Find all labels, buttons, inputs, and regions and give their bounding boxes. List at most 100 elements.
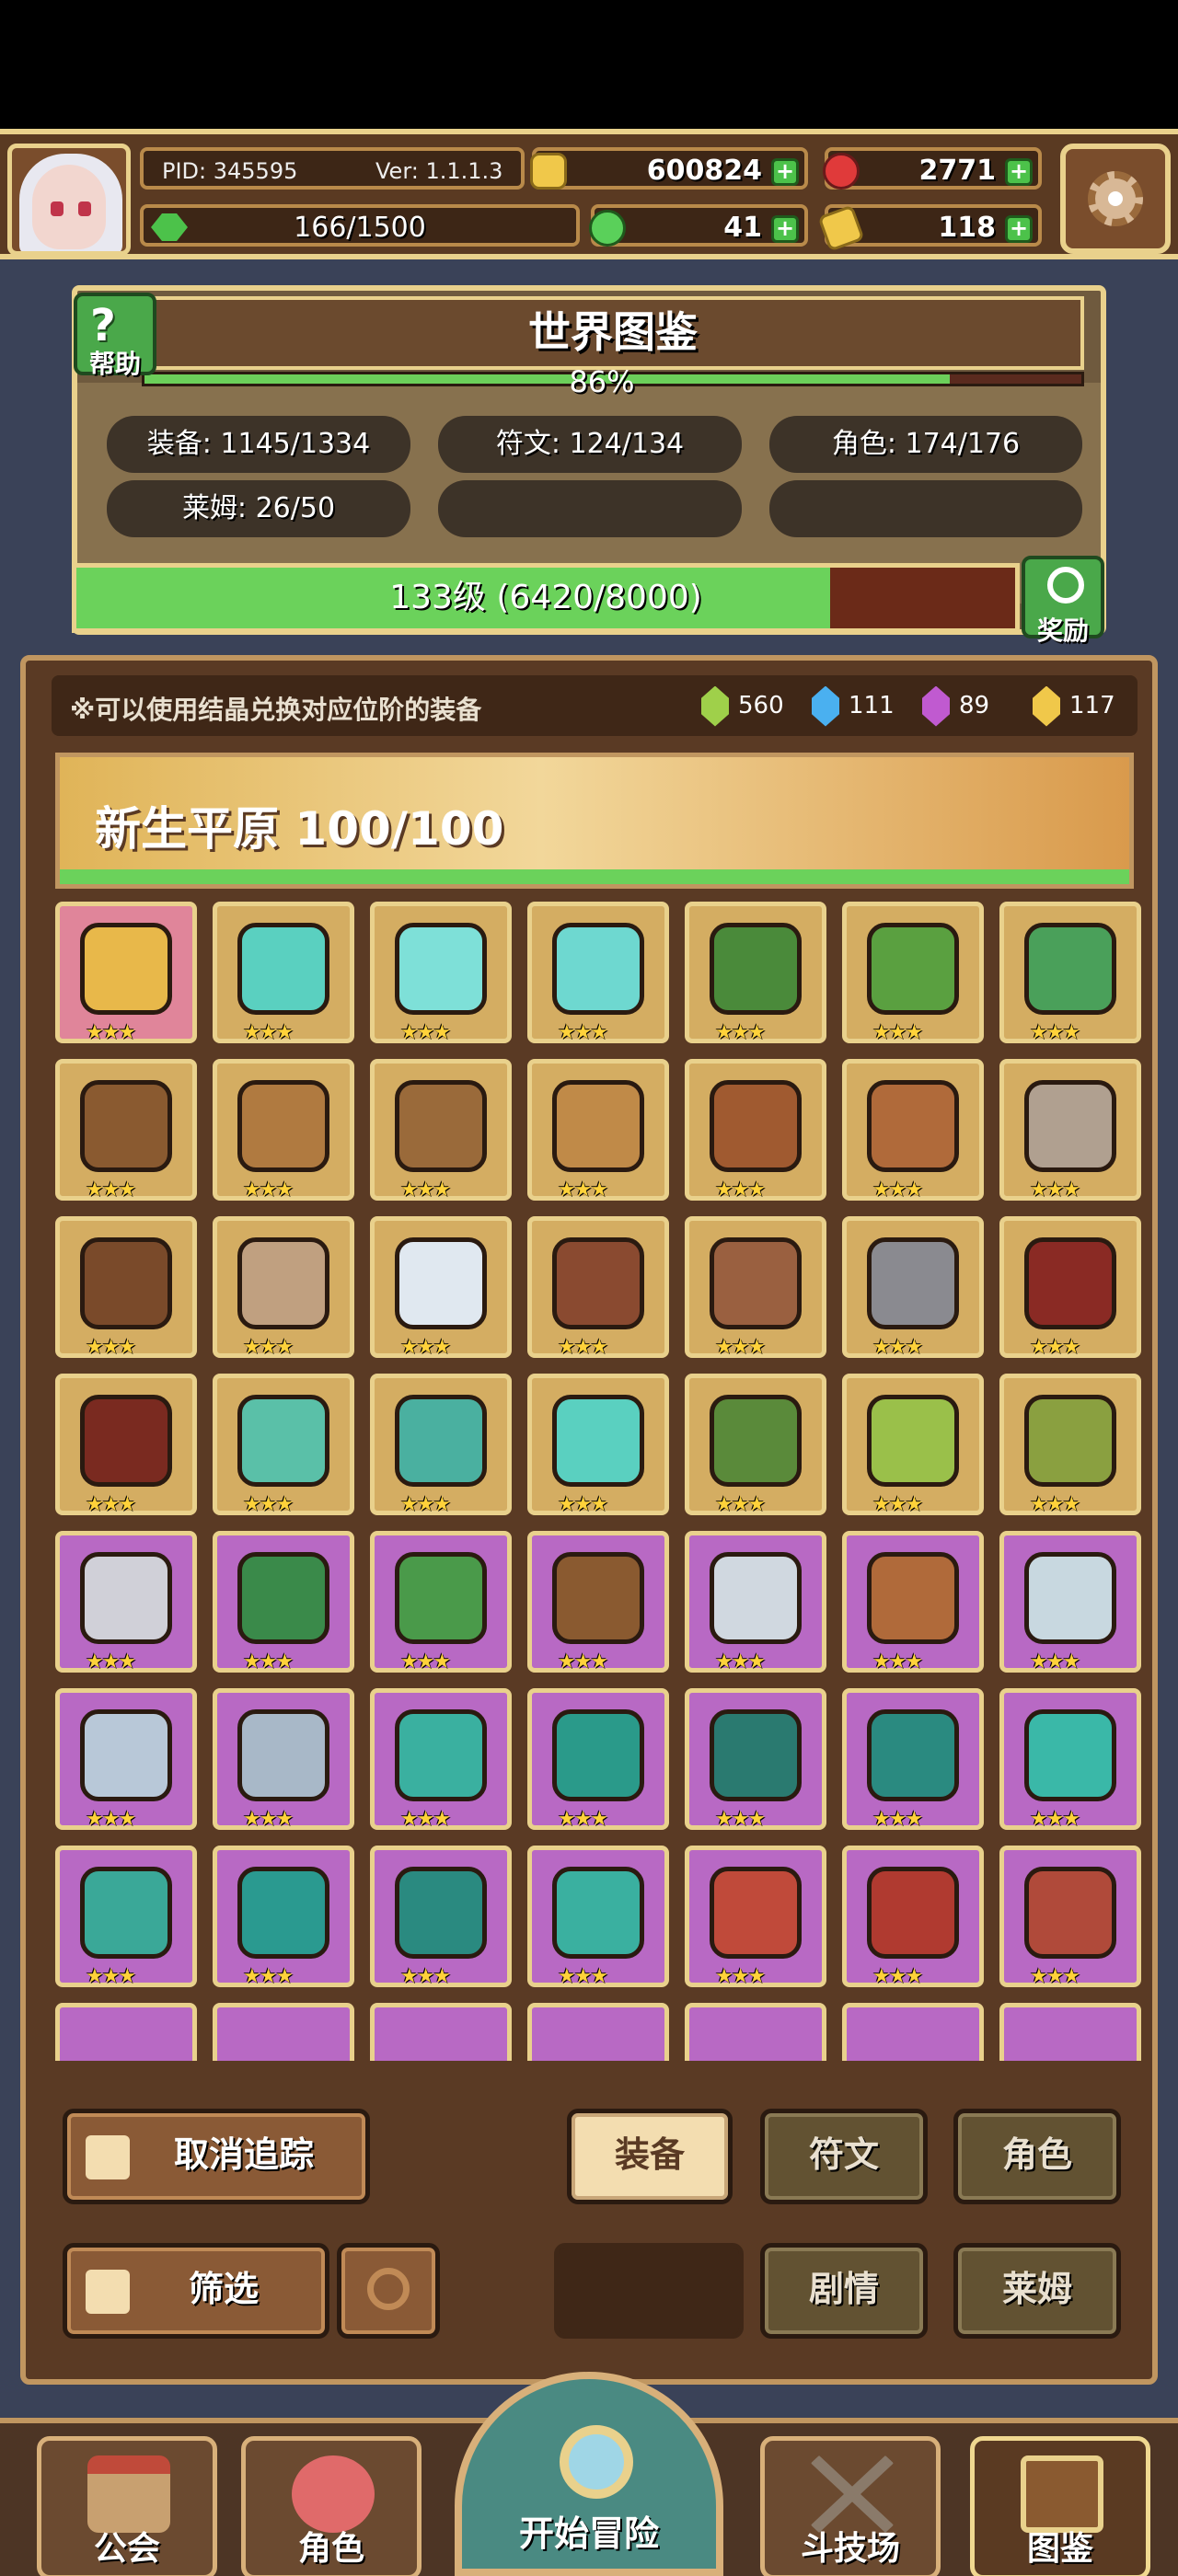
star-rating: ★★★ (1030, 1021, 1080, 1044)
settings-button[interactable] (1060, 144, 1171, 254)
equipment-slot-war-hammer[interactable]: ★★★ (527, 1216, 669, 1359)
tab-characters[interactable]: 角色 (953, 2109, 1121, 2204)
equipment-slot-partial[interactable] (213, 2003, 354, 2061)
equipment-slot-green-helmet[interactable]: ★★★ (685, 1374, 826, 1516)
equipment-slot-silver-ring[interactable]: ★★★ (213, 1216, 354, 1359)
add-ticket-button[interactable]: + (1005, 215, 1033, 243)
reward-button[interactable]: 奖励 (1022, 556, 1104, 646)
reward-label: 奖励 (1036, 615, 1089, 646)
equipment-slot-partial[interactable] (685, 2003, 826, 2061)
equipment-slot-jade-boots[interactable]: ★★★ (527, 1374, 669, 1516)
equipment-slot-partial[interactable] (842, 2003, 984, 2061)
filter-button[interactable]: 筛选 (63, 2243, 329, 2339)
equipment-slot-teal-star[interactable]: ★★★ (213, 1846, 354, 1988)
equipment-slot-teal-scepter[interactable]: ★★★ (370, 1688, 512, 1831)
equipment-slot-teal-bracer[interactable]: ★★★ (842, 1688, 984, 1831)
atlas-progress-text: 86% (569, 364, 635, 399)
equipment-slot-silver-belt[interactable]: ★★★ (55, 1688, 197, 1831)
equipment-slot-red-robe[interactable]: ★★★ (842, 1846, 984, 1988)
equipment-slot-teal-hat[interactable]: ★★★ (527, 1688, 669, 1831)
star-rating: ★★★ (558, 1336, 608, 1359)
clover-panel: 41 + (589, 204, 808, 247)
nav-guild-label: 公会 (93, 2530, 160, 2568)
star-rating: ★★★ (1030, 1179, 1080, 1202)
untrack-button[interactable]: 取消追踪 (63, 2109, 370, 2204)
equipment-slot-red-cape[interactable]: ★★★ (55, 1374, 197, 1516)
equipment-slot-partial[interactable] (527, 2003, 669, 2061)
nav-character[interactable]: 角色 (241, 2436, 422, 2576)
stamina-value: 166/1500 (294, 212, 426, 244)
equipment-slot-green-scroll[interactable]: ★★★ (842, 1374, 984, 1516)
equipment-slot-battle-axe[interactable]: ★★★ (999, 1059, 1141, 1202)
equipment-slot-jade-arrow[interactable]: ★★★ (370, 1374, 512, 1516)
war-hammer-icon (552, 1237, 644, 1329)
equipment-slot-teal-armor[interactable]: ★★★ (685, 1688, 826, 1831)
equipment-slot-partial[interactable] (55, 2003, 197, 2061)
nav-guild[interactable]: 公会 (37, 2436, 217, 2576)
player-avatar[interactable] (7, 144, 131, 256)
bone-necklace-icon (710, 1237, 802, 1329)
equipment-slot-teal-charm[interactable]: ★★★ (527, 1846, 669, 1988)
add-gold-button[interactable]: + (771, 158, 799, 186)
equipment-slot-teal-boots[interactable]: ★★★ (55, 1846, 197, 1988)
equipment-slot-partial[interactable] (999, 2003, 1141, 2061)
atlas-level-bar: 133级 (6420/8000) (72, 563, 1020, 633)
equipment-slot-pearl-orb[interactable]: ★★★ (370, 1216, 512, 1359)
crystal-value: 117 (1069, 692, 1115, 719)
reset-filter-button[interactable] (337, 2243, 440, 2339)
equipment-slot-crystal-staff[interactable]: ★★★ (213, 902, 354, 1044)
nav-arena[interactable]: 斗技场 (760, 2436, 941, 2576)
help-button[interactable]: ? 帮助 (74, 293, 156, 379)
equipment-slot-green-cloak[interactable]: ★★★ (213, 1531, 354, 1673)
crystal-icon (701, 685, 729, 727)
equipment-slot-red-mask[interactable]: ★★★ (685, 1846, 826, 1988)
equipment-slot-wooden-spear[interactable]: ★★★ (213, 1059, 354, 1202)
crystal-icon (1033, 685, 1060, 727)
equipment-slot-crystal-orb[interactable]: ★★★ (370, 902, 512, 1044)
add-clover-button[interactable]: + (771, 215, 799, 243)
equipment-slot-teal-necklace[interactable]: ★★★ (370, 1846, 512, 1988)
region-banner[interactable]: 新生平原 100/100 (55, 753, 1134, 889)
red-cape-icon (80, 1395, 172, 1487)
tab-slime[interactable]: 莱姆 (953, 2243, 1121, 2339)
equipment-slot-silver-armor[interactable]: ★★★ (999, 1531, 1141, 1673)
equipment-slot-hunter-bow[interactable]: ★★★ (527, 1531, 669, 1673)
equipment-slot-leather-gloves[interactable]: ★★★ (842, 1531, 984, 1673)
equipment-slot-green-vest[interactable]: ★★★ (370, 1531, 512, 1673)
equipment-slot-straw-hat[interactable]: ★★★ (55, 902, 197, 1044)
equipment-slot-crystal-gem[interactable]: ★★★ (527, 902, 669, 1044)
star-rating: ★★★ (1030, 1493, 1080, 1516)
star-rating: ★★★ (715, 1808, 766, 1831)
equipment-slot-teal-ring[interactable]: ★★★ (999, 1688, 1141, 1831)
equipment-slot-bone-necklace[interactable]: ★★★ (685, 1216, 826, 1359)
equipment-slot-silver-gauntlets[interactable]: ★★★ (213, 1688, 354, 1831)
equipment-slot-red-boots[interactable]: ★★★ (999, 1846, 1141, 1988)
tab-runes[interactable]: 符文 (760, 2109, 928, 2204)
star-rating: ★★★ (243, 1021, 294, 1044)
equipment-slot-heart-amulet[interactable]: ★★★ (370, 1059, 512, 1202)
equipment-slot-partial[interactable] (370, 2003, 512, 2061)
equipment-slot-bronze-ring[interactable]: ★★★ (685, 1059, 826, 1202)
equipment-slot-leather-belt[interactable]: ★★★ (55, 1216, 197, 1359)
equipment-slot-red-hood[interactable]: ★★★ (999, 1216, 1141, 1359)
equipment-slot-wooden-wand[interactable]: ★★★ (527, 1059, 669, 1202)
nav-codex[interactable]: 图鉴 (970, 2436, 1150, 2576)
equipment-slot-gem-ring[interactable]: ★★★ (842, 1059, 984, 1202)
equipment-grid[interactable]: ★★★ ★★★ ★★★ ★★★ ★★★ ★★★ ★★★ ★★★ ★★★ ★★★ ★★★ ★★★ ★★★ ★… (55, 902, 1141, 2061)
equipment-slot-jade-ring[interactable]: ★★★ (999, 902, 1141, 1044)
tab-story[interactable]: 剧情 (760, 2243, 928, 2339)
equipment-slot-green-armor[interactable]: ★★★ (842, 902, 984, 1044)
equipment-slot-steel-sword[interactable]: ★★★ (55, 1531, 197, 1673)
equipment-slot-crossbow[interactable]: ★★★ (55, 1059, 197, 1202)
tab-equipment[interactable]: 装备 (567, 2109, 733, 2204)
add-gems-button[interactable]: + (1005, 158, 1033, 186)
equipment-slot-jade-bow[interactable]: ★★★ (213, 1374, 354, 1516)
star-rating: ★★★ (558, 1650, 608, 1673)
equipment-slot-green-hood[interactable]: ★★★ (685, 902, 826, 1044)
star-rating: ★★★ (400, 1808, 451, 1831)
star-rating: ★★★ (400, 1965, 451, 1988)
equipment-slot-steel-spear[interactable]: ★★★ (842, 1216, 984, 1359)
equipment-slot-green-crown[interactable]: ★★★ (999, 1374, 1141, 1516)
equipment-slot-silver-spear[interactable]: ★★★ (685, 1531, 826, 1673)
star-rating: ★★★ (86, 1965, 136, 1988)
